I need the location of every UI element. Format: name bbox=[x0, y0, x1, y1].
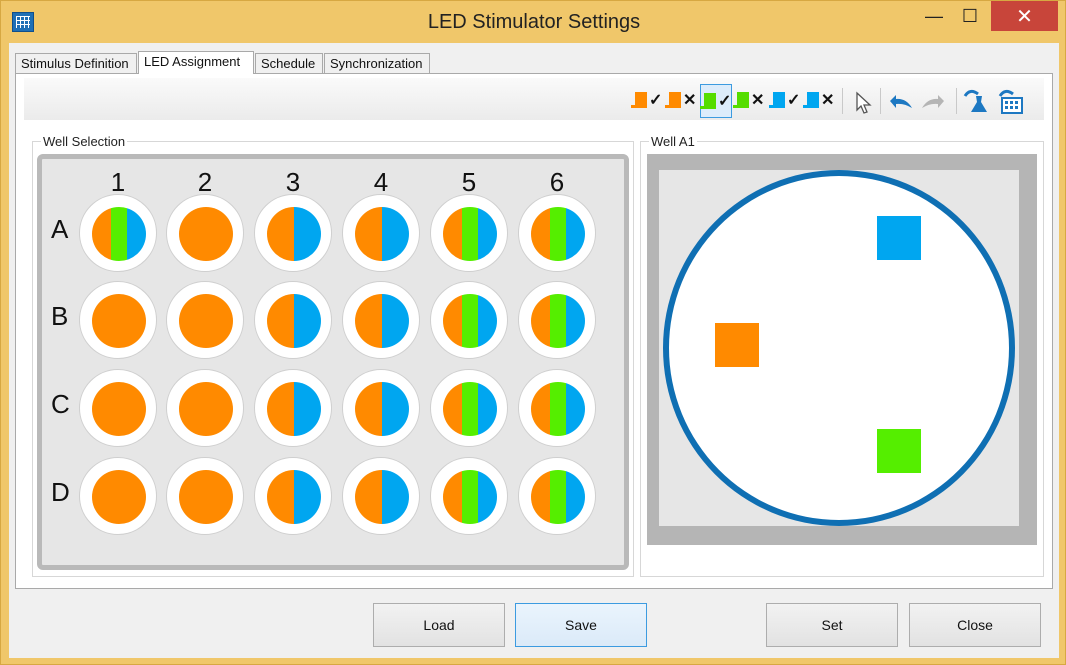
well-D5[interactable] bbox=[430, 457, 508, 535]
orange-led[interactable] bbox=[715, 323, 759, 367]
maximize-button[interactable]: ☐ bbox=[947, 1, 993, 31]
well-A5[interactable] bbox=[430, 194, 508, 272]
redo-icon[interactable] bbox=[918, 84, 950, 118]
well-led-spot bbox=[355, 382, 409, 436]
well-selection-group: Well Selection 123456ABCD bbox=[32, 134, 634, 577]
orange-pulse-cross-icon[interactable]: ✕ bbox=[665, 84, 698, 118]
well-led-spot bbox=[443, 382, 497, 436]
well-led-spot bbox=[179, 207, 233, 261]
green-pulse-check-icon[interactable]: ✓ bbox=[700, 84, 732, 118]
window-title: LED Stimulator Settings bbox=[427, 11, 641, 33]
tab-schedule[interactable]: Schedule bbox=[255, 53, 323, 73]
well-B4[interactable] bbox=[342, 281, 420, 359]
set-button[interactable]: Set bbox=[766, 603, 898, 647]
well-led-spot bbox=[179, 294, 233, 348]
well-A2[interactable] bbox=[166, 194, 244, 272]
toolbar-separator bbox=[880, 88, 881, 114]
orange-pulse-check-icon[interactable]: ✓ bbox=[631, 84, 664, 118]
well-led-spot bbox=[531, 207, 585, 261]
well-led-spot bbox=[443, 470, 497, 524]
blue-led[interactable] bbox=[877, 216, 921, 260]
well-detail-group: Well A1 bbox=[640, 134, 1044, 577]
well-led-spot bbox=[531, 294, 585, 348]
well-selection-label: Well Selection bbox=[41, 134, 128, 149]
well-led-spot bbox=[355, 207, 409, 261]
well-plate: 123456ABCD bbox=[37, 154, 629, 570]
row-label[interactable]: C bbox=[51, 389, 71, 420]
green-led[interactable] bbox=[877, 429, 921, 473]
well-led-spot bbox=[92, 294, 146, 348]
title-bar[interactable]: LED Stimulator Settings — ☐ ✕ bbox=[1, 1, 1066, 45]
blue-pulse-check-icon[interactable]: ✓ bbox=[769, 84, 802, 118]
well-D1[interactable] bbox=[79, 457, 157, 535]
close-button[interactable]: Close bbox=[909, 603, 1041, 647]
well-led-spot bbox=[267, 207, 321, 261]
well-led-spot bbox=[267, 470, 321, 524]
well-A6[interactable] bbox=[518, 194, 596, 272]
well-led-spot bbox=[531, 382, 585, 436]
well-A4[interactable] bbox=[342, 194, 420, 272]
well-B3[interactable] bbox=[254, 281, 332, 359]
well-led-spot bbox=[179, 382, 233, 436]
well-A1[interactable] bbox=[79, 194, 157, 272]
well-led-spot bbox=[92, 207, 146, 261]
well-led-spot bbox=[355, 294, 409, 348]
row-label[interactable]: D bbox=[51, 477, 71, 508]
well-C4[interactable] bbox=[342, 369, 420, 447]
well-led-spot bbox=[531, 470, 585, 524]
tab-stimulus-definition[interactable]: Stimulus Definition bbox=[15, 53, 137, 73]
well-led-spot bbox=[92, 382, 146, 436]
tab-synchronization[interactable]: Synchronization bbox=[324, 53, 430, 73]
well-B2[interactable] bbox=[166, 281, 244, 359]
toolbar: ✓ ✕ ✓ ✕ ✓ ✕ bbox=[24, 78, 1044, 120]
row-label[interactable]: B bbox=[51, 301, 71, 332]
well-led-spot bbox=[267, 382, 321, 436]
well-A3[interactable] bbox=[254, 194, 332, 272]
well-C2[interactable] bbox=[166, 369, 244, 447]
well-B6[interactable] bbox=[518, 281, 596, 359]
well-led-spot bbox=[92, 470, 146, 524]
well-led-spot bbox=[179, 470, 233, 524]
well-detail-label: Well A1 bbox=[649, 134, 697, 149]
close-window-button[interactable]: ✕ bbox=[991, 1, 1058, 31]
well-D3[interactable] bbox=[254, 457, 332, 535]
blue-pulse-cross-icon[interactable]: ✕ bbox=[803, 84, 836, 118]
undo-icon[interactable] bbox=[884, 84, 916, 118]
load-button[interactable]: Load bbox=[373, 603, 505, 647]
plate-grid-icon[interactable] bbox=[994, 84, 1026, 118]
green-pulse-cross-icon[interactable]: ✕ bbox=[733, 84, 766, 118]
well-circle[interactable] bbox=[663, 170, 1015, 526]
well-C3[interactable] bbox=[254, 369, 332, 447]
save-button[interactable]: Save bbox=[515, 603, 647, 647]
well-led-spot bbox=[355, 470, 409, 524]
flask-icon[interactable] bbox=[960, 84, 992, 118]
well-C1[interactable] bbox=[79, 369, 157, 447]
well-led-spot bbox=[267, 294, 321, 348]
well-led-spot bbox=[443, 207, 497, 261]
well-C6[interactable] bbox=[518, 369, 596, 447]
well-led-spot bbox=[443, 294, 497, 348]
well-D4[interactable] bbox=[342, 457, 420, 535]
toolbar-separator bbox=[956, 88, 957, 114]
well-B1[interactable] bbox=[79, 281, 157, 359]
app-window: LED Stimulator Settings — ☐ ✕ Stimulus D… bbox=[0, 0, 1066, 665]
well-D2[interactable] bbox=[166, 457, 244, 535]
client-area: Stimulus Definition LED Assignment Sched… bbox=[9, 43, 1059, 658]
pointer-icon[interactable] bbox=[846, 84, 878, 118]
row-label[interactable]: A bbox=[51, 214, 71, 245]
toolbar-separator bbox=[842, 88, 843, 114]
well-B5[interactable] bbox=[430, 281, 508, 359]
well-C5[interactable] bbox=[430, 369, 508, 447]
well-detail-view bbox=[647, 154, 1037, 545]
tab-led-assignment[interactable]: LED Assignment bbox=[138, 51, 254, 74]
led-assignment-panel: ✓ ✕ ✓ ✕ ✓ ✕ Well Selection 1 2 3 4 5 6 A… bbox=[15, 73, 1053, 589]
well-D6[interactable] bbox=[518, 457, 596, 535]
